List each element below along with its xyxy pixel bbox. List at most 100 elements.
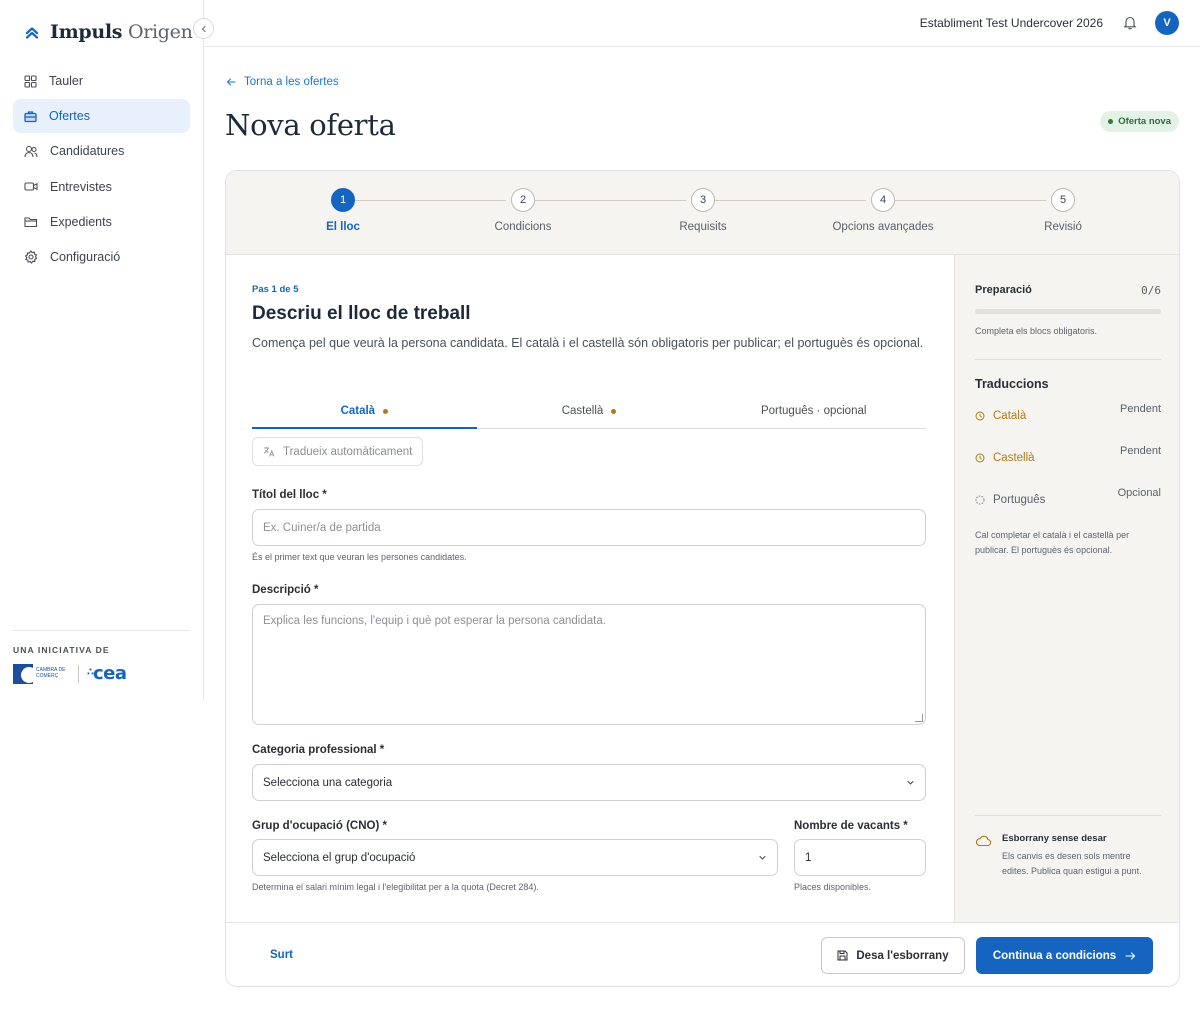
translate-icon [263,447,275,457]
chevrons-up-icon [25,27,39,39]
category-label: Categoria professional * [252,744,385,756]
translation-status: Pendent [1120,445,1161,457]
status-dot [1108,119,1114,124]
pending-dot [383,408,389,414]
vacancies-label: Nombre de vacants * [794,820,908,832]
description-textarea[interactable]: Explica les funcions, l'equip i què pot … [252,604,926,725]
save-draft-label: Desa l'esborrany [856,949,949,962]
stepper: 1 El lloc 2 Condicions 3 Requisits 4 Opc… [226,171,1179,255]
gear-icon [24,250,38,264]
chevron-down-icon [759,855,766,860]
step-number: 3 [691,188,715,212]
resize-handle[interactable] [915,714,923,722]
offer-form-card: 1 El lloc 2 Condicions 3 Requisits 4 Opc… [225,170,1180,987]
back-to-offers-link[interactable]: Torna a les ofertes [226,76,339,88]
sidebar-item-label: Configuració [50,249,121,264]
preparation-count: 0/6 [1141,284,1161,297]
sidebar-item-label: Entrevistes [50,179,112,194]
tab-label: Português · opcional [760,405,867,417]
translation-lang: Castellà [975,452,1035,464]
step-1[interactable]: 1 El lloc [273,188,413,233]
occupation-group-select[interactable]: Selecciona el grup d'ocupació [252,839,778,876]
grid-icon [24,74,37,88]
step-label: Opcions avançades [832,221,934,233]
occupation-group-value: Selecciona el grup d'ocupació [263,851,416,864]
sidebar-nav: Tauler Ofertes Candidatures Entrevistes … [13,64,190,275]
form-main: Pas 1 de 5 Descriu el lloc de treball Co… [252,255,926,922]
step-3[interactable]: 3 Requisits [633,188,773,233]
save-icon [837,950,848,961]
tab-label: Català [340,405,376,417]
job-title-placeholder: Ex. Cuiner/a de partida [263,521,381,534]
auto-translate-button[interactable]: Tradueix automàticament [252,437,424,466]
preparation-hint: Completa els blocs obligatoris. [975,326,1098,336]
description-placeholder: Explica les funcions, l'equip i què pot … [263,615,606,627]
sidebar-item-entrevistes[interactable]: Entrevistes [13,170,190,204]
dashed-circle-icon [975,495,985,505]
sidebar-item-label: Tauler [49,74,84,88]
step-number: 2 [511,188,535,212]
language-tabs: Català Castellà Português · opcional [252,394,926,429]
chevron-down-icon [907,780,914,785]
step-count: Pas 1 de 5 [252,284,299,295]
tab-catala[interactable]: Català [252,394,477,429]
continue-button[interactable]: Continua a condicions [976,937,1153,974]
draft-text: Els canvis es desen sols mentre edites. … [1002,851,1142,876]
user-avatar[interactable]: V [1155,11,1179,35]
preparation-title: Preparació [975,284,1032,296]
translation-row-portugues: Português Opcional [975,487,1161,507]
translation-row-catala: Català Pendent [975,403,1161,423]
step-2[interactable]: 2 Condicions [453,188,593,233]
pending-dot [611,408,617,414]
save-draft-button[interactable]: Desa l'esborrany [821,937,965,974]
translation-lang: Português [975,494,1045,506]
collapse-sidebar-button[interactable] [193,18,214,39]
translation-status: Opcional [1117,487,1161,499]
vacancies-hint: Places disponibles. [794,882,872,892]
continue-label: Continua a condicions [992,949,1117,962]
clock-icon [975,411,985,421]
step-label: Condicions [494,221,552,233]
job-title-hint: És el primer text que veuran les persone… [252,552,467,562]
sidebar-item-ofertes[interactable]: Ofertes [13,99,190,134]
cambra-logo: CAMBRA DE COMERÇ [13,663,70,684]
step-5[interactable]: 5 Revisió [993,188,1133,233]
progress-panel: Preparació 0/6 Completa els blocs obliga… [954,255,1179,922]
tab-castella[interactable]: Castellà [477,394,702,428]
divider [975,359,1161,360]
step-label: Requisits [679,221,727,233]
video-icon [24,182,38,191]
job-title-input[interactable]: Ex. Cuiner/a de partida [252,509,926,546]
translation-lang: Català [975,410,1026,422]
step-4[interactable]: 4 Opcions avançades [813,188,953,233]
job-title-label: Títol del lloc * [252,489,327,501]
notifications-button[interactable] [1123,15,1137,33]
sidebar-item-tauler[interactable]: Tauler [13,64,190,98]
establishment-name[interactable]: Establiment Test Undercover 2026 [920,16,1103,30]
logo-divider [78,664,79,683]
step-number: 1 [331,188,355,212]
briefcase-icon [24,111,37,122]
bell-icon [1123,16,1137,30]
tab-label: Castellà [561,405,604,417]
vacancies-input[interactable]: 1 [794,839,926,876]
sidebar-item-configuracio[interactable]: Configuració [13,240,190,274]
step-number: 4 [871,188,895,212]
divider [975,815,1161,816]
translation-status: Pendent [1120,403,1161,415]
chevron-left-icon [201,25,206,32]
exit-button[interactable]: Surt [270,949,293,961]
back-link-label: Torna a les ofertes [244,76,339,88]
sidebar-item-candidatures[interactable]: Candidatures [13,134,190,168]
brand[interactable]: Impuls Origen [24,19,193,45]
sidebar-item-expedients[interactable]: Expedients [13,205,190,239]
brand-name: Impuls Origen [50,21,193,43]
sidebar-item-label: Expedients [50,214,112,229]
cambra-logo-text: CAMBRA DE COMERÇ [36,667,66,679]
tab-portugues[interactable]: Português · opcional [701,394,926,428]
sidebar-item-label: Ofertes [49,109,90,124]
category-select[interactable]: Selecciona una categoria [252,764,926,801]
users-icon [24,145,38,157]
sidebar-item-label: Candidatures [50,144,125,159]
occupation-group-label: Grup d'ocupació (CNO) * [252,820,387,832]
